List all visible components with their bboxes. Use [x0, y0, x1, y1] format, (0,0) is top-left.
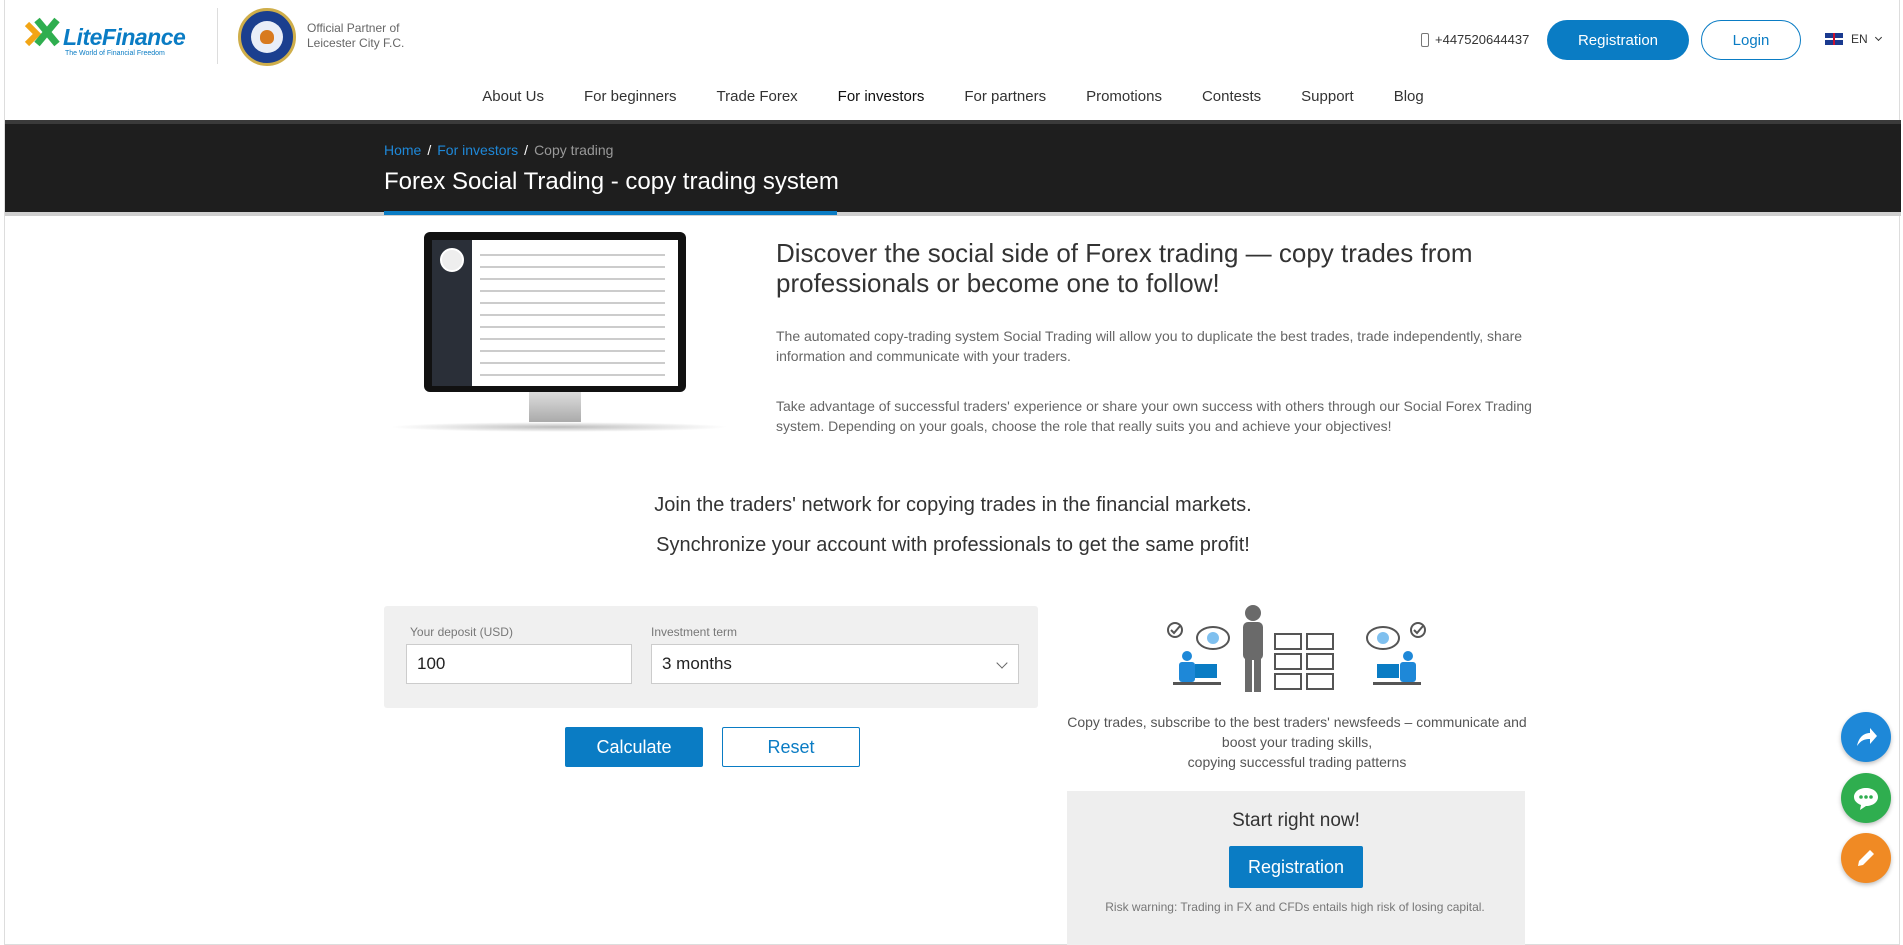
language-selector[interactable]: EN [1825, 32, 1882, 46]
monitor-row [480, 338, 665, 340]
banner-bottom-strip [5, 212, 1901, 216]
phone-icon [1421, 32, 1429, 47]
logo-mark-icon [24, 17, 60, 47]
crest-center [251, 21, 283, 53]
nav-trade-forex[interactable]: Trade Forex [697, 86, 818, 108]
term-label: Investment term [651, 625, 738, 639]
chevron-down-icon [1874, 33, 1882, 42]
nav-for-beginners[interactable]: For beginners [564, 86, 697, 108]
speech-bubble-icon [1196, 626, 1230, 650]
share-button[interactable] [1841, 712, 1891, 762]
breadcrumb-home[interactable]: Home [384, 142, 421, 158]
right-trader-icon [1373, 651, 1421, 685]
chat-button[interactable] [1841, 773, 1891, 823]
deposit-input[interactable]: 100 [406, 644, 632, 684]
nav-for-investors[interactable]: For investors [818, 86, 945, 108]
logo-wordmark: LiteFinance [63, 24, 186, 50]
monitor-row [480, 314, 665, 316]
litefinance-logo[interactable]: LiteFinance The World of Financial Freed… [23, 14, 198, 64]
hero-heading: Discover the social side of Forex tradin… [776, 238, 1473, 298]
left-trader-icon [1173, 651, 1221, 685]
logo-tagline: The World of Financial Freedom [65, 50, 165, 57]
breadcrumb-current: Copy trading [534, 142, 614, 158]
nav-about-us[interactable]: About Us [462, 86, 564, 108]
pencil-icon [1858, 850, 1874, 866]
investment-term-select[interactable]: 3 months [651, 644, 1019, 684]
login-button[interactable]: Login [1701, 20, 1801, 60]
tagline-line-1: Join the traders' network for copying tr… [654, 494, 1252, 516]
fox-icon [260, 30, 274, 44]
calculate-button[interactable]: Calculate [565, 727, 703, 767]
checkmark-icon [1410, 622, 1426, 638]
leicester-crest-icon [238, 8, 296, 66]
title-underline [384, 211, 837, 215]
speech-bubble-icon [1366, 626, 1400, 650]
header-divider [217, 8, 218, 64]
copy-line-1: Copy trades, subscribe to the best trade… [1067, 714, 1527, 750]
avatar [440, 248, 464, 272]
partner-note: Official Partner of Leicester City F.C. [307, 21, 404, 51]
breadcrumb-for-investors[interactable]: For investors [437, 142, 518, 158]
phone-number: +447520644437 [1435, 32, 1530, 47]
copy-line-2: copying successful trading patterns [1187, 754, 1407, 770]
checkmark-icon [1167, 622, 1183, 638]
nav-support[interactable]: Support [1281, 86, 1374, 108]
platform-monitor-image [389, 232, 729, 437]
title-banner [5, 120, 1901, 212]
nav-promotions[interactable]: Promotions [1066, 86, 1182, 108]
term-selected-value: 3 months [662, 654, 732, 673]
deposit-label: Your deposit (USD) [410, 625, 513, 639]
nav-contests[interactable]: Contests [1182, 86, 1281, 108]
language-code: EN [1851, 32, 1868, 46]
chat-icon [1854, 788, 1878, 810]
page-frame: LiteFinance The World of Financial Freed… [4, 0, 1901, 945]
phone-link[interactable]: +447520644437 [1421, 32, 1529, 47]
copy-trading-description: Copy trades, subscribe to the best trade… [1067, 712, 1527, 772]
monitor-row [480, 374, 665, 376]
main-nav: About Us For beginners Trade Forex For i… [5, 86, 1901, 108]
risk-warning: Risk warning: Trading in FX and CFDs ent… [1105, 900, 1485, 914]
chevron-down-icon [996, 657, 1008, 669]
monitor-row [480, 302, 665, 304]
monitor-row [480, 362, 665, 364]
nav-blog[interactable]: Blog [1374, 86, 1444, 108]
hero-paragraph-1: The automated copy-trading system Social… [776, 328, 1523, 364]
uk-flag-icon [1825, 33, 1843, 45]
monitor-row [480, 266, 665, 268]
header-registration-button[interactable]: Registration [1547, 20, 1689, 60]
monitor-row [480, 254, 665, 256]
traders-illustration [1167, 605, 1426, 692]
money-icon [1274, 633, 1334, 690]
partner-line-2: Leicester City F.C. [307, 36, 405, 50]
partner-line-1: Official Partner of [307, 21, 400, 35]
share-icon [1857, 728, 1877, 746]
monitor-row [480, 290, 665, 292]
tagline-line-2: Synchronize your account with profession… [656, 534, 1250, 556]
monitor-screen [424, 232, 686, 392]
monitor-sidebar [432, 240, 472, 386]
feedback-button[interactable] [1841, 833, 1891, 883]
monitor-row [480, 326, 665, 328]
cta-registration-button[interactable]: Registration [1229, 846, 1363, 888]
nav-for-partners[interactable]: For partners [944, 86, 1066, 108]
page-title: Forex Social Trading - copy trading syst… [384, 168, 839, 195]
person-icon [1243, 605, 1263, 692]
monitor-row [480, 278, 665, 280]
cta-heading: Start right now! [1232, 810, 1360, 831]
breadcrumb: Home / For investors / Copy trading [384, 142, 613, 158]
breadcrumb-separator: / [427, 142, 432, 158]
monitor-display [432, 240, 678, 386]
breadcrumb-separator: / [524, 142, 529, 158]
monitor-row [480, 350, 665, 352]
hero-paragraph-2: Take advantage of successful traders' ex… [776, 398, 1532, 434]
monitor-stand [529, 392, 581, 422]
monitor-shadow [389, 422, 729, 432]
reset-button[interactable]: Reset [722, 727, 860, 767]
